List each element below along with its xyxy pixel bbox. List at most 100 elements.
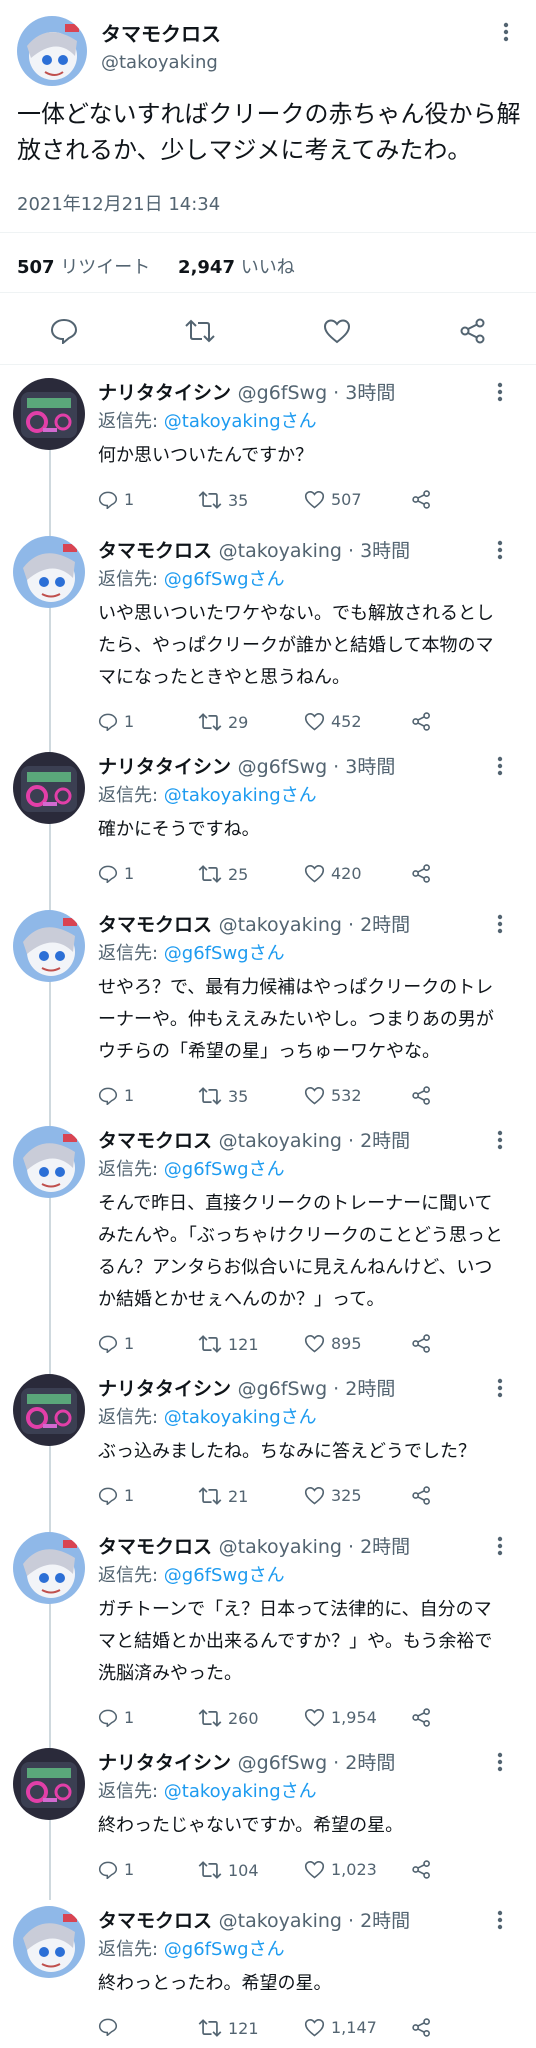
mention-link[interactable]: @takoyakingさん bbox=[164, 1407, 317, 1428]
share-icon[interactable] bbox=[411, 490, 432, 509]
reply-icon[interactable] bbox=[50, 318, 78, 344]
avatar[interactable] bbox=[13, 1532, 85, 1604]
reply-icon[interactable] bbox=[98, 713, 118, 731]
like-action[interactable]: 1,147 bbox=[304, 2018, 377, 2037]
reply-action[interactable]: 1 bbox=[98, 490, 134, 509]
share-icon[interactable] bbox=[411, 1486, 432, 1505]
like-icon[interactable] bbox=[323, 318, 351, 344]
mention-link[interactable]: @takoyakingさん bbox=[164, 785, 317, 806]
reply-action[interactable]: 1 bbox=[98, 1708, 134, 1727]
reply-icon[interactable] bbox=[98, 1487, 118, 1505]
mention-link[interactable]: @g6fSwgさん bbox=[164, 569, 285, 590]
reply-action[interactable]: 1 bbox=[98, 712, 134, 731]
share-icon[interactable] bbox=[411, 2018, 432, 2037]
avatar[interactable] bbox=[13, 1126, 85, 1198]
like-action[interactable]: 452 bbox=[304, 712, 362, 731]
avatar[interactable] bbox=[17, 16, 87, 86]
share-action[interactable] bbox=[411, 1860, 432, 1879]
like-label[interactable]: いいね bbox=[241, 257, 295, 278]
retweet-icon[interactable] bbox=[198, 2018, 222, 2038]
avatar[interactable] bbox=[13, 752, 85, 824]
share-action[interactable] bbox=[411, 1086, 432, 1105]
share-icon[interactable] bbox=[411, 1086, 432, 1105]
share-action[interactable] bbox=[411, 1334, 432, 1353]
mention-link[interactable]: @takoyakingさん bbox=[164, 411, 317, 432]
more-icon[interactable] bbox=[497, 1130, 503, 1150]
like-action[interactable]: 895 bbox=[304, 1334, 362, 1353]
share-action[interactable] bbox=[411, 1486, 432, 1505]
like-icon[interactable] bbox=[304, 864, 325, 883]
retweet-icon[interactable] bbox=[198, 1860, 222, 1880]
author-name[interactable]: タマモクロス bbox=[98, 1536, 212, 1558]
mention-link[interactable]: @g6fSwgさん bbox=[164, 1159, 285, 1180]
share-action[interactable] bbox=[411, 864, 432, 883]
like-icon[interactable] bbox=[304, 1486, 325, 1505]
mention-link[interactable]: @g6fSwgさん bbox=[164, 1565, 285, 1586]
retweet-icon[interactable] bbox=[198, 1334, 222, 1354]
author-name[interactable]: ナリタタイシン bbox=[98, 382, 231, 404]
retweet-action[interactable]: 29 bbox=[198, 712, 248, 732]
retweet-action[interactable]: 121 bbox=[198, 2018, 259, 2038]
avatar[interactable] bbox=[13, 910, 85, 982]
like-action[interactable]: 325 bbox=[304, 1486, 362, 1505]
author-name[interactable]: タマモクロス bbox=[98, 540, 212, 562]
reply-icon[interactable] bbox=[98, 491, 118, 509]
share-icon[interactable] bbox=[411, 1708, 432, 1727]
author-name[interactable]: タマモクロス bbox=[98, 1910, 212, 1932]
more-icon[interactable] bbox=[497, 1752, 503, 1772]
share-action[interactable] bbox=[411, 1708, 432, 1727]
retweet-icon[interactable] bbox=[198, 490, 222, 510]
like-action[interactable]: 532 bbox=[304, 1086, 362, 1105]
reply-icon[interactable] bbox=[98, 1861, 118, 1879]
avatar[interactable] bbox=[13, 378, 85, 450]
share-icon[interactable] bbox=[411, 712, 432, 731]
like-action[interactable]: 1,023 bbox=[304, 1860, 377, 1879]
retweet-action[interactable]: 121 bbox=[198, 1334, 259, 1354]
author-name[interactable]: タマモクロス bbox=[101, 18, 221, 47]
more-icon[interactable] bbox=[497, 756, 503, 776]
reply-action[interactable]: 1 bbox=[98, 1486, 134, 1505]
reply-icon[interactable] bbox=[98, 865, 118, 883]
more-icon[interactable] bbox=[503, 22, 509, 42]
more-icon[interactable] bbox=[497, 1910, 503, 1930]
reply-icon[interactable] bbox=[98, 1335, 118, 1353]
more-icon[interactable] bbox=[497, 914, 503, 934]
tweet-timestamp[interactable]: 2021年12月21日 14:34 bbox=[17, 190, 220, 216]
more-icon[interactable] bbox=[497, 1536, 503, 1556]
like-icon[interactable] bbox=[304, 712, 325, 731]
mention-link[interactable]: @takoyakingさん bbox=[164, 1781, 317, 1802]
reply-action[interactable]: 1 bbox=[98, 1860, 134, 1879]
reply-icon[interactable] bbox=[98, 1087, 118, 1105]
like-count[interactable]: 2,947 bbox=[178, 257, 235, 278]
retweet-action[interactable]: 21 bbox=[198, 1486, 248, 1506]
reply-action[interactable]: 1 bbox=[98, 1334, 134, 1353]
share-action[interactable] bbox=[411, 712, 432, 731]
retweet-icon[interactable] bbox=[198, 864, 222, 884]
share-action[interactable] bbox=[411, 2018, 432, 2037]
reply-icon[interactable] bbox=[98, 1709, 118, 1727]
more-icon[interactable] bbox=[497, 382, 503, 402]
like-action[interactable]: 507 bbox=[304, 490, 362, 509]
reply-action[interactable] bbox=[98, 2018, 124, 2036]
retweet-action[interactable]: 35 bbox=[198, 1086, 248, 1106]
share-icon[interactable] bbox=[411, 1860, 432, 1879]
avatar[interactable] bbox=[13, 536, 85, 608]
retweet-count[interactable]: 507 bbox=[17, 257, 55, 278]
retweet-icon[interactable] bbox=[198, 1708, 222, 1728]
mention-link[interactable]: @g6fSwgさん bbox=[164, 943, 285, 964]
like-icon[interactable] bbox=[304, 1086, 325, 1105]
more-icon[interactable] bbox=[497, 1378, 503, 1398]
author-name[interactable]: ナリタタイシン bbox=[98, 1378, 231, 1400]
reply-action[interactable]: 1 bbox=[98, 1086, 134, 1105]
retweet-icon[interactable] bbox=[198, 1486, 222, 1506]
reply-action[interactable]: 1 bbox=[98, 864, 134, 883]
retweet-icon[interactable] bbox=[198, 1086, 222, 1106]
share-action[interactable] bbox=[411, 490, 432, 509]
author-name[interactable]: タマモクロス bbox=[98, 914, 212, 936]
retweet-action[interactable]: 25 bbox=[198, 864, 248, 884]
more-icon[interactable] bbox=[497, 540, 503, 560]
like-icon[interactable] bbox=[304, 2018, 325, 2037]
like-icon[interactable] bbox=[304, 490, 325, 509]
reply-icon[interactable] bbox=[98, 2018, 118, 2036]
author-handle[interactable]: @takoyaking bbox=[101, 52, 218, 73]
